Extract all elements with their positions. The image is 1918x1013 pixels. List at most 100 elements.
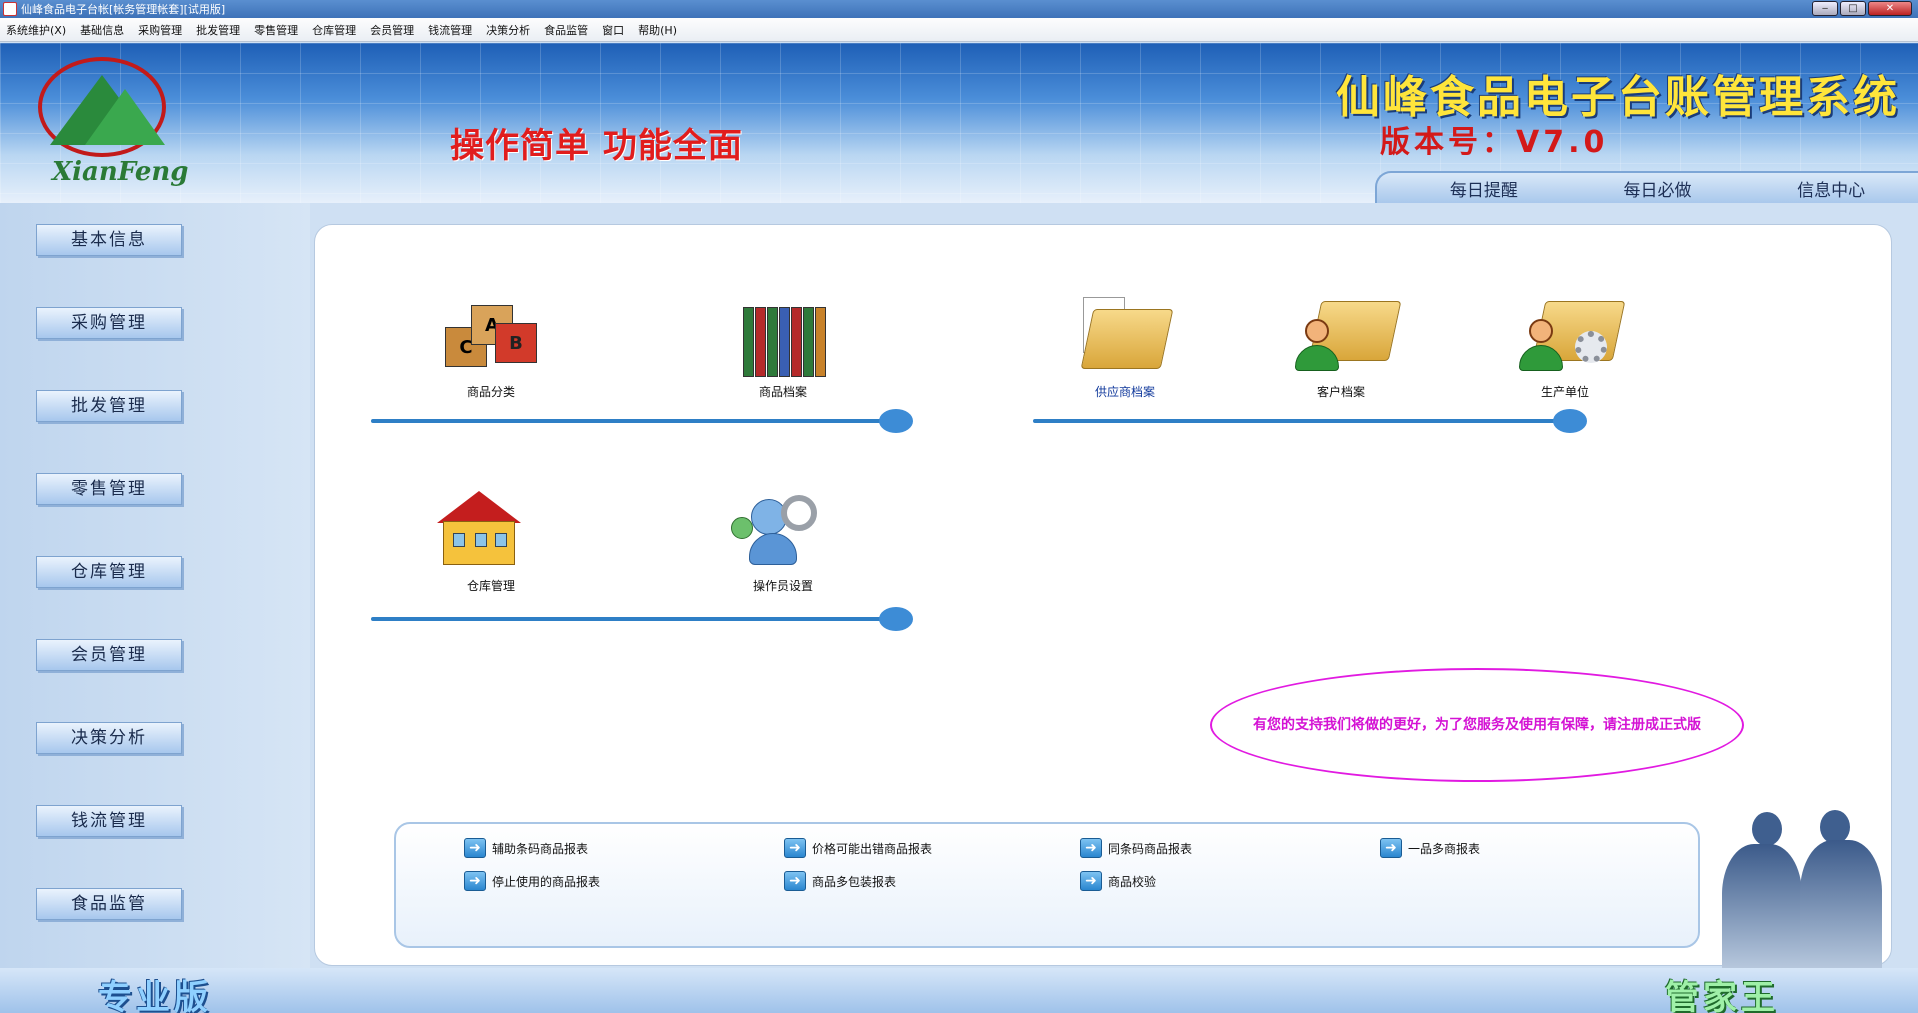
sidebar-item-purchase[interactable]: 采购管理 (36, 307, 182, 339)
block-b: B (495, 323, 537, 363)
tile-supplier-archive[interactable]: 供应商档案 (1065, 291, 1185, 400)
sidebar-item-cashflow[interactable]: 钱流管理 (36, 805, 182, 837)
edition-label: 专业版 (98, 978, 212, 1013)
report-disabled-products[interactable]: ➜ 停止使用的商品报表 (464, 871, 600, 891)
tile-producer[interactable]: 生产单位 (1505, 291, 1626, 400)
system-title: 仙峰食品电子台账管理系统 (1336, 72, 1900, 123)
figure-body (1722, 844, 1802, 970)
tile-customer-archive[interactable]: 客户档案 (1281, 291, 1402, 400)
arrow-right-icon: ➜ (784, 838, 806, 858)
menu-purchase[interactable]: 采购管理 (138, 22, 182, 38)
menu-wholesale[interactable]: 批发管理 (196, 22, 240, 38)
menu-system[interactable]: 系统维护(X) (6, 22, 66, 38)
person-head (1529, 319, 1553, 343)
tile-warehouse[interactable]: 仓库管理 (431, 485, 551, 594)
arrow-right-icon: ➜ (1080, 838, 1102, 858)
version-label: 版本号：V7.0 (1380, 125, 1609, 160)
gear-icon (1575, 331, 1607, 363)
house-icon (437, 485, 539, 571)
binders-icon (735, 291, 831, 377)
sidebar: 基本信息 采购管理 批发管理 零售管理 仓库管理 会员管理 决策分析 钱流管理 … (0, 203, 310, 968)
customer-folder-icon (1293, 291, 1402, 377)
figure-body (1800, 840, 1882, 970)
binder-spine (803, 307, 814, 377)
brand-label: 管家王 (1665, 978, 1779, 1013)
report-one-product-multi-vendor[interactable]: ➜ 一品多商报表 (1380, 838, 1480, 858)
menu-warehouse[interactable]: 仓库管理 (312, 22, 356, 38)
slider-knob[interactable] (879, 409, 913, 433)
binder-spine (767, 307, 778, 377)
person-head (1305, 319, 1329, 343)
key-icon (781, 495, 817, 531)
tile-label: 供应商档案 (1094, 385, 1155, 399)
row-slider-3 (371, 607, 913, 631)
sidebar-item-decision[interactable]: 决策分析 (36, 722, 182, 754)
minimize-button[interactable]: ‒ (1812, 1, 1838, 16)
binder-spine (791, 307, 802, 377)
figure-head (1752, 812, 1782, 846)
reports-panel: ➜ 辅助条码商品报表 ➜ 价格可能出错商品报表 ➜ 同条码商品报表 ➜ 一品多商报表 ➜… (394, 822, 1700, 948)
binder-spine (755, 307, 766, 377)
row-slider-1 (371, 409, 913, 433)
binder-spine (743, 307, 754, 377)
menu-member[interactable]: 会员管理 (370, 22, 414, 38)
report-same-barcode[interactable]: ➜ 同条码商品报表 (1080, 838, 1192, 858)
footer: 专业版 管家王 (0, 968, 1918, 1013)
menu-help[interactable]: 帮助(H) (638, 22, 677, 38)
producer-gear-icon (1517, 291, 1626, 377)
menu-window[interactable]: 窗口 (602, 22, 624, 38)
menu-cashflow[interactable]: 钱流管理 (428, 22, 472, 38)
tile-product-archive[interactable]: 商品档案 (723, 291, 843, 400)
maximize-button[interactable]: □ (1840, 1, 1866, 16)
report-label: 商品校验 (1108, 874, 1157, 889)
tile-label: 生产单位 (1540, 385, 1589, 399)
report-label: 同条码商品报表 (1108, 841, 1193, 856)
quicknav-daily-reminder[interactable]: 每日提醒 (1450, 176, 1518, 201)
slogan: 操作简单 功能全面 (450, 126, 743, 166)
report-product-verify[interactable]: ➜ 商品校验 (1080, 871, 1156, 891)
house-window (495, 533, 507, 547)
arrow-right-icon: ➜ (464, 871, 486, 891)
house-roof (437, 491, 521, 523)
menu-decision[interactable]: 决策分析 (486, 22, 530, 38)
logo-text: XianFeng (52, 157, 189, 187)
title-bar: 仙峰食品电子台帐[帐务管理帐套][试用版] ‒ □ ✕ (0, 0, 1918, 18)
arrow-right-icon: ➜ (1080, 871, 1102, 891)
tile-operator-settings[interactable]: 操作员设置 (723, 485, 843, 594)
sidebar-item-retail[interactable]: 零售管理 (36, 473, 182, 505)
user-head-green (731, 517, 753, 539)
arrow-right-icon: ➜ (784, 871, 806, 891)
logo-mountain-small-icon (85, 89, 165, 145)
sidebar-item-member[interactable]: 会员管理 (36, 639, 182, 671)
sidebar-item-basic-info[interactable]: 基本信息 (36, 224, 182, 256)
slider-knob[interactable] (879, 607, 913, 631)
report-label: 停止使用的商品报表 (492, 874, 601, 889)
row-slider-2 (1033, 409, 1587, 433)
report-label: 一品多商报表 (1408, 841, 1481, 856)
tile-label: 商品档案 (758, 385, 807, 399)
report-multi-package[interactable]: ➜ 商品多包装报表 (784, 871, 896, 891)
report-price-error[interactable]: ➜ 价格可能出错商品报表 (784, 838, 932, 858)
sidebar-item-warehouse[interactable]: 仓库管理 (36, 556, 182, 588)
sidebar-item-wholesale[interactable]: 批发管理 (36, 390, 182, 422)
quicknav-daily-tasks[interactable]: 每日必做 (1623, 176, 1691, 201)
window-title: 仙峰食品电子台帐[帐务管理帐套][试用版] (21, 3, 226, 16)
report-label: 辅助条码商品报表 (492, 841, 589, 856)
report-label: 商品多包装报表 (812, 874, 897, 889)
menu-basic-info[interactable]: 基础信息 (80, 22, 124, 38)
menu-retail[interactable]: 零售管理 (254, 22, 298, 38)
slider-knob[interactable] (1553, 409, 1587, 433)
tile-product-category[interactable]: C A B 商品分类 (431, 291, 551, 400)
close-button[interactable]: ✕ (1868, 1, 1912, 16)
quick-nav: 每日提醒 每日必做 信息中心 (1375, 171, 1918, 203)
tile-label: 仓库管理 (466, 579, 515, 593)
registration-notice[interactable]: 有您的支持我们将做的更好，为了您服务及使用有保障，请注册成正式版 (1210, 668, 1744, 782)
quicknav-info-center[interactable]: 信息中心 (1797, 176, 1865, 201)
xianfeng-logo: XianFeng (30, 55, 205, 195)
users-key-icon (731, 485, 831, 571)
menu-food-supervision[interactable]: 食品监管 (544, 22, 588, 38)
sidebar-item-food-supervision[interactable]: 食品监管 (36, 888, 182, 920)
arrow-right-icon: ➜ (1380, 838, 1402, 858)
header-banner: XianFeng 操作简单 功能全面 仙峰食品电子台账管理系统 版本号：V7.0… (0, 43, 1918, 203)
report-aux-barcode[interactable]: ➜ 辅助条码商品报表 (464, 838, 588, 858)
